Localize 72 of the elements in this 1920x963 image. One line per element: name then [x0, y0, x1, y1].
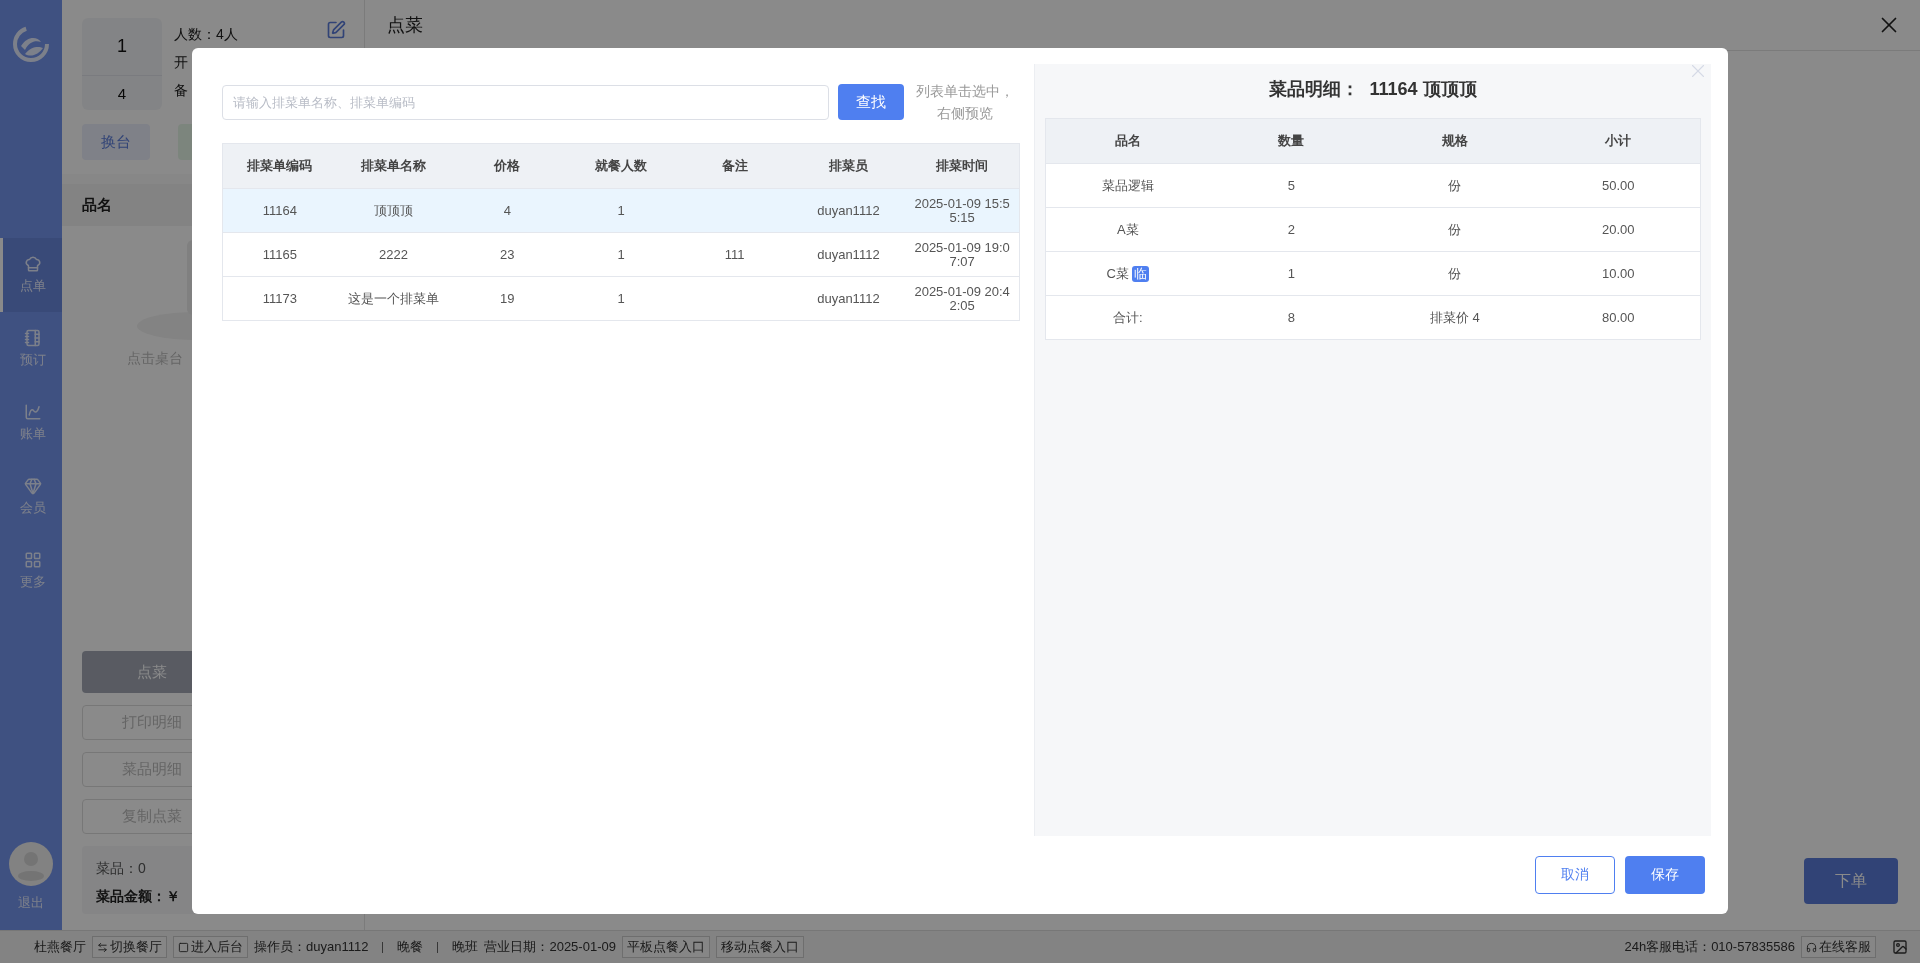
table-cell: 5 [1209, 163, 1373, 207]
column-header: 排菜单编码 [223, 144, 337, 188]
edit-icon[interactable] [326, 20, 346, 40]
column-header: 排菜时间 [905, 144, 1019, 188]
table-cell[interactable]: 1 [564, 188, 678, 232]
hotline-label: 24h客服电话：010-57835586 [1624, 938, 1795, 956]
chart-icon [23, 403, 42, 421]
table-cell: 菜品逻辑 [1046, 163, 1210, 207]
column-header: 小计 [1536, 119, 1700, 163]
column-header: 规格 [1373, 119, 1537, 163]
column-header: 排菜员 [791, 144, 906, 188]
backend-button[interactable]: 进入后台 [173, 936, 248, 958]
image-icon[interactable] [1892, 939, 1908, 955]
shift-label: 晚班 [452, 938, 479, 956]
column-header: 价格 [450, 144, 565, 188]
table-cell: 20.00 [1536, 207, 1700, 251]
table-cell[interactable]: duyan1112 [791, 188, 906, 232]
temporary-tag: 临 [1131, 265, 1149, 282]
hint-text: 列表单击选中，右侧预览 [915, 82, 1015, 123]
operator-label: 操作员：duyan1112 [254, 938, 369, 956]
cancel-button[interactable]: 取消 [1535, 856, 1615, 894]
gem-icon [23, 477, 42, 495]
table-cell: 10.00 [1536, 251, 1700, 295]
table-cell: A菜 [1046, 207, 1210, 251]
table-card[interactable]: 1 4 [82, 18, 162, 110]
table-cell: 合计: [1046, 295, 1210, 339]
table-cell: 1 [1209, 251, 1373, 295]
entry-button[interactable]: 平板点餐入口 [621, 936, 710, 958]
table-cell: 8 [1209, 295, 1373, 339]
table-number: 1 [82, 18, 162, 76]
column-header: 就餐人数 [564, 144, 678, 188]
square-icon [178, 941, 189, 953]
table-cell: 50.00 [1536, 163, 1700, 207]
table-cell: 份 [1373, 207, 1537, 251]
restaurant-name: 杜燕餐厅 [34, 938, 86, 956]
swap-icon [97, 941, 108, 953]
table-cell: 2 [1209, 207, 1373, 251]
table-cell[interactable]: 11164 [223, 188, 337, 232]
meal-label: 晚餐 [397, 938, 424, 956]
guest-count: 人数：4人 [174, 26, 239, 44]
note-label: 备 [174, 82, 189, 100]
business-date: 营业日期：2025-01-09 [484, 938, 616, 956]
search-field[interactable]: 请输入排菜单名称、排菜单编码 [222, 84, 829, 120]
table-cell[interactable]: 顶顶顶 [336, 188, 451, 232]
seat-count: 4 [116, 83, 128, 104]
column-header: 数量 [1209, 119, 1373, 163]
search-button[interactable]: 查找 [838, 84, 904, 120]
table-cell: 份 [1373, 251, 1537, 295]
open-time-label: 开 [174, 54, 189, 72]
table-cell: C菜 临 [1046, 251, 1210, 295]
online-support-button[interactable]: 在线客服 [1801, 936, 1876, 958]
column-header: 排菜单名称 [336, 144, 451, 188]
logo-icon [13, 26, 49, 62]
table-cell: 80.00 [1536, 295, 1700, 339]
table-cell: 排菜价 4 [1373, 295, 1537, 339]
headset-icon [1806, 941, 1817, 953]
dish-count: 菜品：0 [96, 860, 147, 878]
column-header: 品名 [1046, 119, 1210, 163]
save-button[interactable]: 保存 [1625, 856, 1705, 894]
table-cell[interactable]: 2025-01-09 15:55:15 [905, 188, 1019, 232]
grid-icon [23, 551, 42, 569]
column-header: 备注 [677, 144, 792, 188]
table-cell[interactable]: 4 [450, 188, 565, 232]
entry-button[interactable]: 移动点餐入口 [715, 936, 804, 958]
detail-title: 菜品明细： 11164 顶顶顶 [1268, 78, 1478, 101]
dish-amount: 菜品金额：￥ [96, 888, 181, 906]
avatar-icon [9, 842, 53, 886]
notebook-icon [23, 329, 42, 347]
switch-restaurant-button[interactable]: 切换餐厅 [92, 936, 167, 958]
table-cell: 份 [1373, 163, 1537, 207]
chef-hat-icon [23, 255, 42, 273]
page-title: 点菜 [387, 14, 423, 37]
